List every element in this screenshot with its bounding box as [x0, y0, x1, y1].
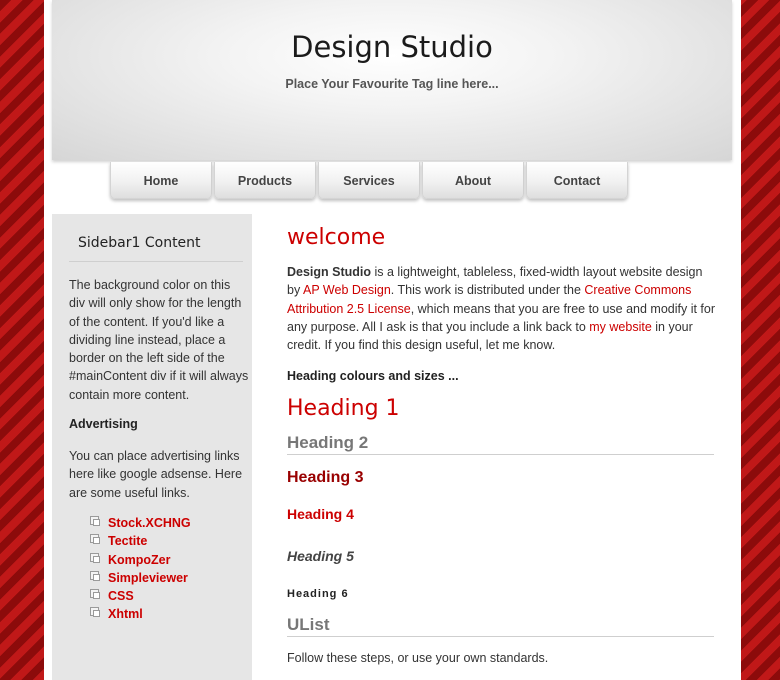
- bullet-icon: [90, 570, 100, 581]
- intro-paragraph: Design Studio is a lightweight, tableles…: [287, 263, 717, 354]
- list-item: Xhtml: [90, 605, 191, 623]
- list-item: Stock.XCHNG: [90, 514, 191, 532]
- link-xhtml[interactable]: Xhtml: [108, 607, 143, 621]
- bullet-icon: [90, 607, 100, 618]
- heading-4: Heading 4: [287, 506, 354, 522]
- sidebar-divider: [69, 261, 243, 262]
- useful-links-list: Stock.XCHNG Tectite KompoZer Simpleviewe…: [90, 514, 191, 624]
- nav-item-home[interactable]: Home: [110, 162, 212, 199]
- nav-item-about[interactable]: About: [422, 162, 524, 199]
- page-wrapper: Design Studio Place Your Favourite Tag l…: [44, 0, 741, 680]
- link-kompozer[interactable]: KompoZer: [108, 553, 171, 567]
- list-item: CSS: [90, 587, 191, 605]
- link-tectite[interactable]: Tectite: [108, 534, 147, 548]
- advertising-text: You can place advertising links here lik…: [69, 449, 243, 500]
- heading-colours-label: Heading colours and sizes ...: [287, 369, 459, 383]
- bullet-icon: [90, 534, 100, 545]
- ulist-text: Follow these steps, or use your own stan…: [287, 651, 549, 665]
- intro-text-2: . This work is distributed under the: [390, 283, 585, 298]
- heading-3: Heading 3: [287, 469, 364, 486]
- site-header: Design Studio Place Your Favourite Tag l…: [52, 0, 732, 160]
- bullet-icon: [90, 552, 100, 563]
- bullet-icon: [90, 589, 100, 600]
- heading-6: Heading 6: [287, 588, 349, 600]
- heading-2: Heading 2: [287, 433, 714, 455]
- sidebar: Sidebar1 Content The background color on…: [52, 214, 252, 680]
- ap-web-design-link[interactable]: AP Web Design: [303, 283, 391, 297]
- link-css[interactable]: CSS: [108, 589, 134, 603]
- link-stock-xchng[interactable]: Stock.XCHNG: [108, 516, 191, 530]
- main-nav: Home Products Services About Contact: [110, 162, 630, 200]
- intro-brand: Design Studio: [287, 265, 372, 279]
- ulist-heading: UList: [287, 615, 714, 637]
- sidebar-text: The background color on this div will on…: [69, 278, 249, 402]
- advertising-heading: Advertising: [69, 417, 138, 431]
- list-item: Simpleviewer: [90, 569, 191, 587]
- link-simpleviewer[interactable]: Simpleviewer: [108, 571, 188, 585]
- site-tagline: Place Your Favourite Tag line here...: [285, 77, 499, 91]
- bullet-icon: [90, 516, 100, 526]
- site-title: Design Studio: [291, 30, 493, 64]
- nav-item-products[interactable]: Products: [214, 162, 316, 199]
- heading-5: Heading 5: [287, 548, 354, 564]
- heading-1: Heading 1: [287, 396, 400, 421]
- list-item: KompoZer: [90, 551, 191, 569]
- nav-item-services[interactable]: Services: [318, 162, 420, 199]
- list-item: Tectite: [90, 532, 191, 550]
- nav-item-contact[interactable]: Contact: [526, 162, 628, 199]
- welcome-heading: welcome: [287, 225, 386, 250]
- my-website-link[interactable]: my website: [589, 320, 652, 334]
- sidebar-title: Sidebar1 Content: [78, 235, 201, 251]
